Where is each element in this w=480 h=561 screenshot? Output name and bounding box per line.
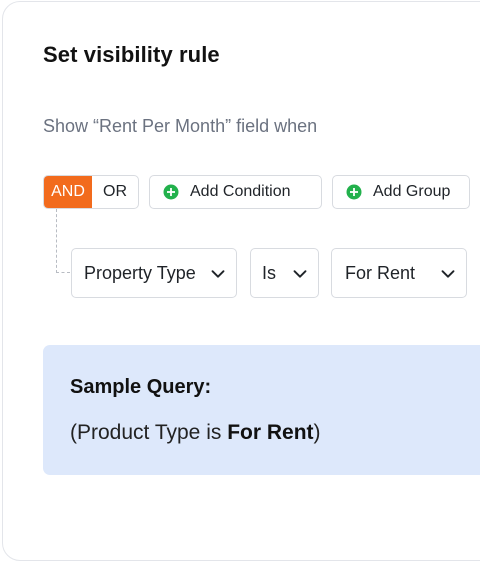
sample-query-box: Sample Query: (Product Type is For Rent) [43, 345, 480, 475]
query-close-paren: ) [313, 421, 321, 444]
condition-connector-line [56, 209, 70, 273]
chevron-down-icon [441, 270, 455, 278]
chevron-down-icon [211, 270, 225, 278]
condition-field-value: Property Type [84, 262, 196, 283]
condition-value-text: For Rent [345, 262, 416, 283]
condition-field-select[interactable]: Property Type [71, 248, 237, 298]
condition-value-select[interactable]: For Rent [331, 248, 467, 298]
query-value: For Rent [227, 421, 314, 444]
condition-operator-value: Is [262, 262, 277, 283]
dialog-subtitle: Show “Rent Per Month” field when [43, 116, 318, 136]
plus-circle-icon [163, 184, 179, 200]
sample-query-title: Sample Query: [70, 376, 212, 398]
visibility-rule-panel: Set visibility rule Show “Rent Per Month… [2, 1, 480, 561]
add-condition-button[interactable]: Add Condition [149, 175, 322, 209]
chevron-down-icon [293, 270, 307, 278]
query-prefix: Product Type is [77, 421, 228, 444]
add-group-button[interactable]: Add Group [332, 175, 470, 209]
add-condition-label: Add Condition [190, 183, 291, 200]
condition-operator-select[interactable]: Is [250, 248, 319, 298]
logic-and-option[interactable]: AND [44, 176, 92, 208]
query-open-paren: ( [70, 421, 77, 444]
logic-toggle: AND OR [43, 175, 139, 209]
logic-or-option[interactable]: OR [92, 176, 138, 208]
dialog-title: Set visibility rule [43, 42, 220, 67]
sample-query-expression: (Product Type is For Rent) [70, 421, 321, 445]
plus-circle-icon [346, 184, 362, 200]
add-group-label: Add Group [373, 183, 451, 200]
